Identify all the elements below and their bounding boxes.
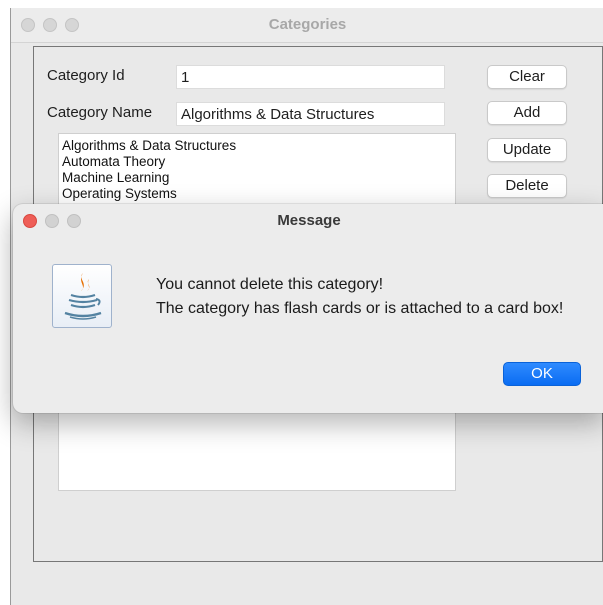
message-dialog: Message You cannot delete this category!…	[13, 204, 603, 413]
category-id-field[interactable]	[176, 65, 445, 89]
list-item[interactable]: Algorithms & Data Structures	[59, 138, 455, 154]
category-id-label: Category Id	[47, 67, 125, 84]
update-button[interactable]: Update	[487, 138, 567, 162]
category-name-field[interactable]	[176, 102, 445, 126]
dialog-titlebar[interactable]: Message	[13, 204, 603, 238]
clear-button[interactable]: Clear	[487, 65, 567, 89]
category-name-label: Category Name	[47, 104, 153, 121]
list-item[interactable]: Machine Learning	[59, 170, 455, 186]
ok-button[interactable]: OK	[503, 362, 581, 386]
window-titlebar[interactable]: Categories	[11, 8, 603, 43]
java-icon	[52, 264, 112, 328]
dialog-message-line-1: You cannot delete this category!	[156, 276, 384, 293]
list-item[interactable]: Operating Systems	[59, 186, 455, 202]
delete-button[interactable]: Delete	[487, 174, 567, 198]
dialog-message-line-2: The category has flash cards or is attac…	[156, 300, 564, 317]
dialog-title: Message	[277, 212, 341, 229]
window-title: Categories	[268, 16, 347, 33]
add-button[interactable]: Add	[487, 101, 567, 125]
list-item[interactable]: Automata Theory	[59, 154, 455, 170]
